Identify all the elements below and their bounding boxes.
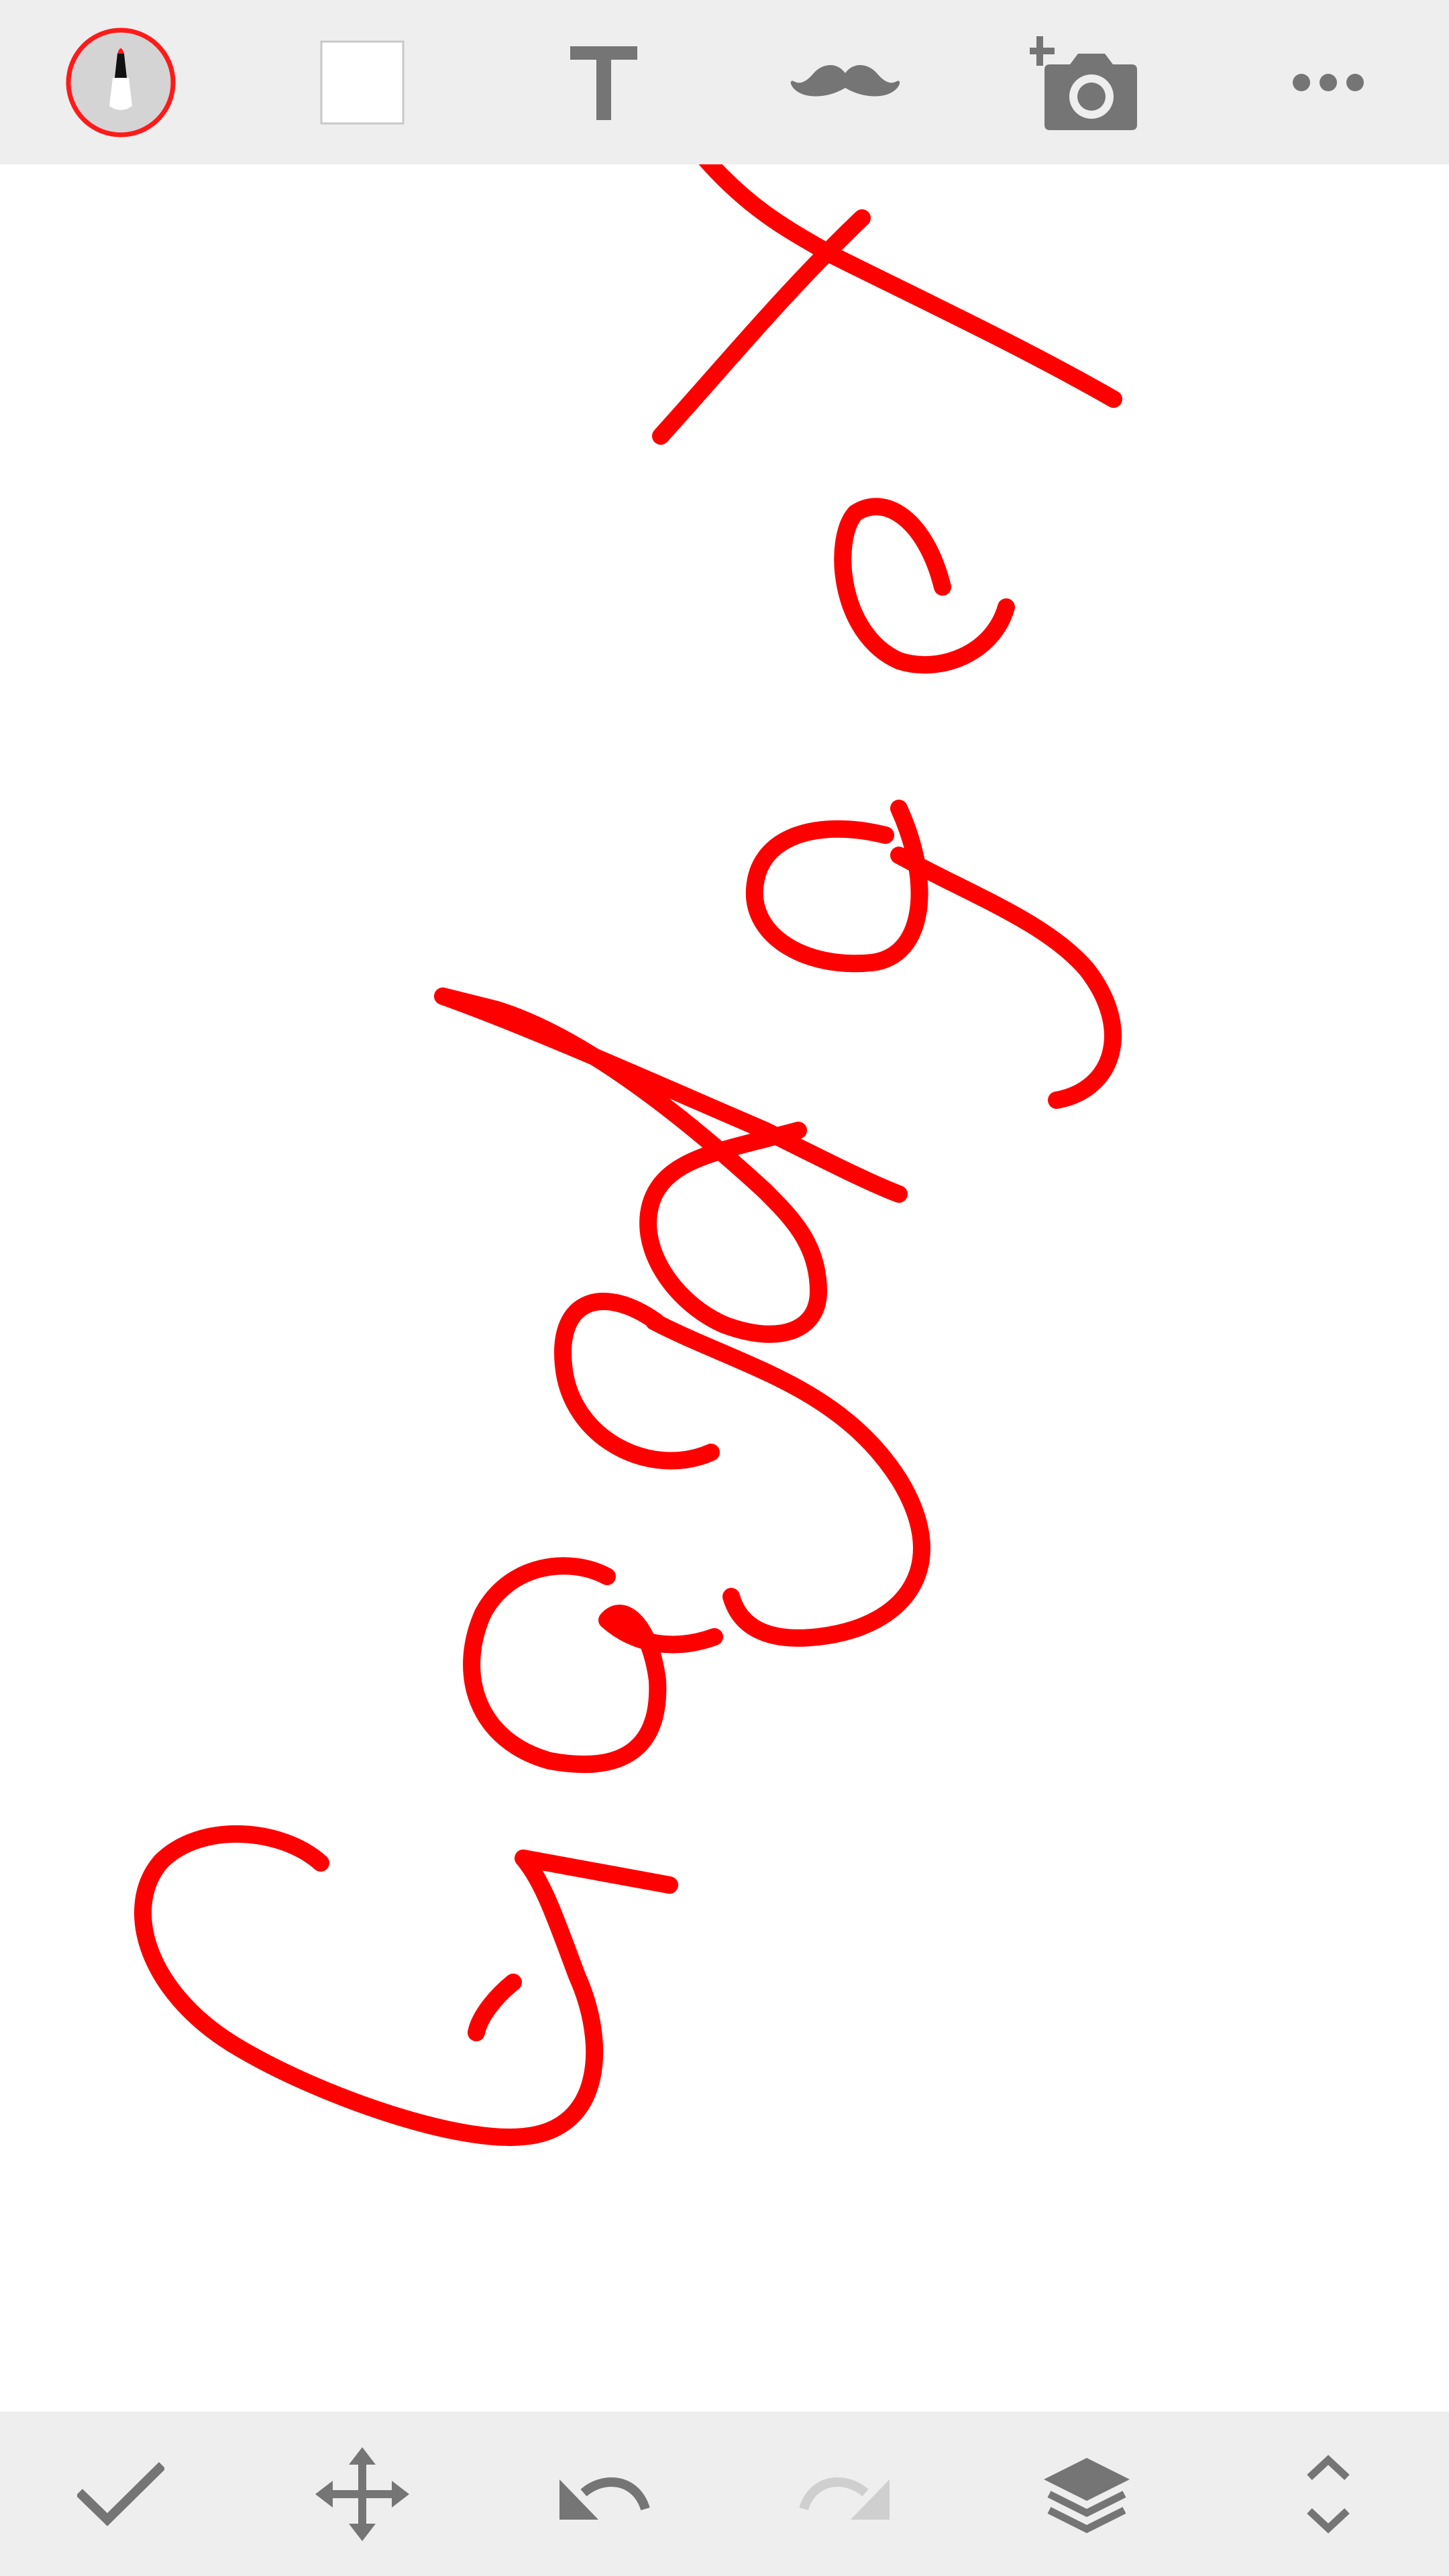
add-photo-camera-icon [1030, 36, 1137, 130]
expand-toolbar-button[interactable] [1248, 2414, 1409, 2575]
drawing-canvas[interactable]: Gadget [0, 164, 1449, 2412]
more-options-button[interactable] [1248, 2, 1409, 163]
letter-stroke [134, 1825, 678, 2146]
sticker-tool-button[interactable] [765, 2, 926, 163]
letter-stroke [890, 847, 1122, 1109]
expand-collapse-chevrons-icon [1307, 2454, 1350, 2534]
text-tool-icon [570, 46, 637, 120]
color-picker-button[interactable] [282, 2, 443, 163]
drawing-app: Gadget [0, 0, 1449, 2576]
letter-stroke [468, 1974, 522, 2041]
layers-button[interactable] [1006, 2414, 1167, 2575]
letter-stroke [554, 1293, 720, 1470]
undo-icon [559, 2477, 650, 2520]
brush-tool-button[interactable] [40, 2, 201, 163]
move-button[interactable] [282, 2414, 443, 2575]
layers-icon [1044, 2457, 1130, 2533]
move-arrows-icon [315, 2447, 409, 2541]
more-options-icon [1293, 73, 1364, 91]
done-button[interactable] [40, 2414, 201, 2575]
mustache-sticker-icon [790, 64, 900, 97]
top-toolbar [0, 0, 1449, 164]
bottom-toolbar [0, 2412, 1449, 2576]
letter-stroke [463, 1557, 723, 1773]
check-done-icon [77, 2461, 164, 2526]
add-photo-button[interactable] [1006, 2, 1167, 163]
text-tool-button[interactable] [523, 2, 684, 163]
redo-icon [799, 2477, 890, 2520]
color-swatch-icon [320, 40, 405, 124]
letter-stroke [698, 164, 1122, 408]
undo-button[interactable] [523, 2414, 684, 2575]
handwriting-strokes [134, 164, 1122, 2146]
marker-brush-icon [66, 28, 176, 137]
letter-stroke [645, 1313, 930, 1647]
redo-button[interactable] [765, 2414, 926, 2575]
letter-stroke [834, 498, 1015, 674]
letter-stroke [652, 209, 871, 445]
letter-stroke [745, 800, 928, 973]
